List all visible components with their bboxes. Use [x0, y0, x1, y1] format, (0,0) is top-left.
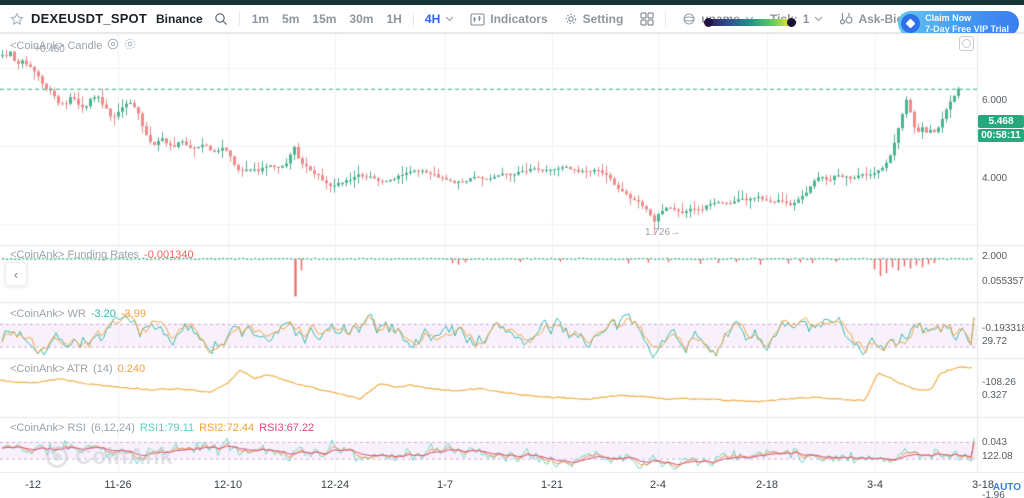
screenshot-icon[interactable]: [959, 36, 974, 51]
timeframe-4h-active[interactable]: 4H: [425, 12, 440, 26]
main-toolbar: DEXEUSDT_SPOT Binance 1m 5m 15m 30m 1H |…: [0, 5, 1024, 33]
indicators-icon: [470, 12, 485, 26]
timeframe-1m[interactable]: 1m: [252, 12, 269, 26]
indicators-button[interactable]: Indicators: [470, 12, 547, 26]
heatmap-gradient-slider[interactable]: [708, 19, 792, 26]
funding-tick-top: 0.055357: [982, 276, 1024, 287]
atr-legend: <CoinAnk> ATR (14) 0.240: [10, 363, 145, 375]
rsi1-value: RSI1:79.11: [140, 422, 194, 434]
time-label: 2-4: [650, 479, 666, 491]
time-label: 12-10: [214, 479, 242, 491]
rsi2-value: RSI2:72.44: [199, 422, 254, 434]
time-label: 2-18: [756, 479, 778, 491]
price-tick-6000: 6.000: [982, 95, 1007, 106]
gear-icon: [564, 12, 578, 26]
time-label: -12: [25, 479, 41, 491]
last-price-badge: 5.468: [978, 115, 1024, 128]
chevron-down-icon: [814, 16, 823, 22]
wr-legend-label: <CoinAnk> WR: [10, 308, 86, 320]
time-label: 1-7: [437, 479, 453, 491]
symbol-name[interactable]: DEXEUSDT_SPOT: [31, 11, 147, 26]
wr-legend: <CoinAnk> WR -3.20 -3.99: [10, 308, 146, 320]
toolbar-separator: [665, 11, 666, 26]
time-label: 12-24: [321, 479, 349, 491]
candle-legend: <CoinAnk> Candle: [10, 38, 136, 53]
indicator-settings-gear-icon[interactable]: [124, 38, 136, 53]
price-tick-4000: 4.000: [982, 173, 1007, 184]
grid-icon: [640, 12, 654, 26]
uname-icon: [682, 12, 696, 26]
timeframe-chevron-down-icon[interactable]: [445, 16, 454, 22]
layout-grid-button[interactable]: [640, 12, 654, 26]
first-price-tag: +6.460: [34, 44, 65, 55]
rsi-tick-top: 122.08: [982, 451, 1013, 462]
timeframe-5m[interactable]: 5m: [282, 12, 299, 26]
countdown-badge: 00:58:11: [978, 129, 1024, 142]
indicators-label: Indicators: [490, 12, 547, 26]
rsi3-value: RSI3:67.22: [259, 422, 314, 434]
atr-value: 0.240: [118, 363, 146, 375]
funding-tick-bottom: -0.193318: [982, 323, 1024, 334]
ask-bid-cluster-icon: [839, 12, 853, 25]
trading-app-window: DEXEUSDT_SPOT Binance 1m 5m 15m 30m 1H |…: [0, 0, 1024, 498]
wr-tick-top: 29.72: [982, 336, 1007, 347]
time-axis[interactable]: -12 11-26 12-10 12-24 1-7 1-21 2-4 2-18 …: [0, 473, 1024, 498]
timeframe-30m[interactable]: 30m: [349, 12, 373, 26]
gradient-handle-left[interactable]: [704, 18, 713, 27]
rsi-param: (6,12,24): [91, 422, 135, 434]
atr-tick-bottom: 0.043: [982, 437, 1007, 448]
toolbar-separator: [239, 11, 240, 26]
rsi-legend: <CoinAnk> RSI (6,12,24) RSI1:79.11 RSI2:…: [10, 422, 314, 434]
time-label: 1-21: [541, 479, 563, 491]
search-icon[interactable]: [214, 12, 228, 26]
tick-value: 1: [803, 12, 810, 26]
wr-value-1: -3.20: [91, 308, 116, 320]
exchange-name[interactable]: Binance: [156, 12, 203, 26]
favorite-star-icon[interactable]: [10, 12, 24, 26]
vip-diamond-icon: [901, 14, 920, 33]
rsi-tick-bottom: -1.96: [982, 490, 1005, 498]
atr-tick-top: 0.327: [982, 390, 1007, 401]
time-label: 11-26: [104, 479, 131, 491]
rsi-legend-label: <CoinAnk> RSI: [10, 422, 86, 434]
funding-legend: <CoinAnk> Funding Rates -0.001340: [10, 249, 194, 261]
wr-value-2: -3.99: [121, 308, 146, 320]
price-axis[interactable]: 6.000 5.468 00:58:11 4.000 2.000 0.05535…: [978, 33, 1024, 473]
price-tick-2000: 2.000: [982, 251, 1007, 262]
timeframe-1h[interactable]: 1H: [386, 12, 401, 26]
funding-legend-label: <CoinAnk> Funding Rates: [10, 249, 139, 261]
visibility-eye-icon[interactable]: [107, 38, 119, 53]
funding-value: -0.001340: [144, 249, 194, 261]
time-label: 3-4: [867, 479, 883, 491]
claim-now-label: Claim Now: [925, 13, 1009, 23]
gradient-handle-right[interactable]: [787, 18, 796, 27]
atr-legend-label: <CoinAnk> ATR: [10, 363, 88, 375]
collapse-panel-button[interactable]: ‹: [5, 262, 27, 286]
low-price-tag: 1.726→: [645, 227, 680, 238]
timeframe-divider: |: [412, 12, 415, 26]
wr-tick-bottom: -108.26: [982, 377, 1016, 388]
timeframe-15m[interactable]: 15m: [312, 12, 336, 26]
atr-param: (14): [93, 363, 113, 375]
setting-label: Setting: [583, 12, 624, 26]
setting-button[interactable]: Setting: [564, 12, 624, 26]
